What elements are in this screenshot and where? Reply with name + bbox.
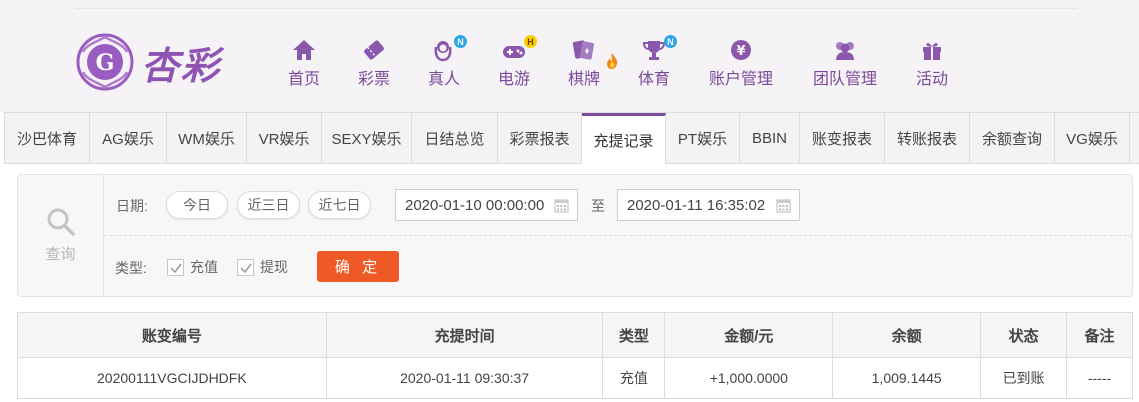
record-note-cell: -----	[1066, 357, 1133, 399]
nav-team[interactable]: 团队管理	[811, 38, 879, 88]
calendar-icon	[776, 199, 791, 213]
nav-label: 首页	[287, 71, 320, 88]
tab-bbin[interactable]: BBIN	[740, 113, 800, 163]
start-date-value: 2020-01-10 00:00:00	[405, 196, 545, 214]
site-header: G 杏彩 首页 彩票 N 真人 H 电游 棋牌 N 体育 ¥ 账户管理 团队管理…	[0, 0, 1139, 112]
gamepad-icon: H	[501, 35, 537, 62]
nav-label: 棋牌	[567, 71, 600, 88]
nav-live[interactable]: N 真人	[426, 35, 467, 88]
tab-balance-change[interactable]: 账变报表	[800, 113, 885, 163]
range-3days-button[interactable]: 近三日	[237, 191, 300, 219]
column-header: 金额/元	[664, 312, 834, 358]
nav-label: 彩票	[357, 71, 390, 88]
tab-daily-overview[interactable]: 日结总览	[412, 113, 498, 163]
home-icon	[291, 38, 317, 62]
tab-pt[interactable]: PT娱乐	[666, 113, 740, 163]
nav-label: 电游	[497, 71, 530, 88]
cards-icon	[571, 38, 597, 62]
record-type-cell: 充值	[602, 357, 666, 399]
column-header: 类型	[602, 312, 666, 358]
type-withdraw-checkbox[interactable]: 提现	[237, 257, 288, 277]
column-header: 余额	[832, 312, 982, 358]
nav-home[interactable]: 首页	[286, 38, 322, 88]
filter-panel: 查询 日期: 今日 近三日 近七日 2020-01-10 00:00:00 至 …	[17, 174, 1133, 297]
start-date-input[interactable]: 2020-01-10 00:00:00	[395, 189, 578, 221]
range-to-label: 至	[591, 198, 605, 214]
column-header: 备注	[1066, 312, 1133, 358]
tab-vr[interactable]: VR娱乐	[247, 113, 322, 163]
lottery-ticket-icon	[361, 38, 387, 62]
column-header: 充提时间	[325, 312, 604, 358]
record-time-cell: 2020-01-11 09:30:37	[325, 357, 604, 399]
nav-label: 真人	[427, 71, 460, 88]
check-icon	[170, 263, 182, 273]
nav-label: 体育	[637, 71, 670, 88]
query-button[interactable]: 查询	[18, 175, 104, 296]
type-deposit-checkbox[interactable]: 充值	[167, 257, 218, 277]
table-row[interactable]: 20200111VGCIJDHDFK 2020-01-11 09:30:37 充…	[17, 357, 1133, 399]
yen-coin-icon: ¥	[728, 38, 754, 62]
nav-lottery[interactable]: 彩票	[356, 38, 392, 88]
record-id-cell: 20200111VGCIJDHDFK	[17, 357, 327, 399]
checkbox-label: 提现	[260, 259, 288, 275]
nav-promotions[interactable]: 活动	[914, 38, 950, 88]
nav-label: 账户管理	[708, 71, 773, 88]
new-badge: N	[454, 35, 467, 48]
column-header: 账变编号	[17, 312, 327, 358]
calendar-icon	[554, 199, 569, 213]
svg-text:G: G	[96, 50, 115, 76]
tab-ag[interactable]: AG娱乐	[90, 113, 167, 163]
logo-emblem-icon: G	[76, 33, 134, 91]
brand-logo[interactable]: G 杏彩	[75, 32, 235, 92]
date-label: 日期:	[116, 198, 148, 214]
checkbox-label: 充值	[190, 259, 218, 275]
search-icon	[47, 208, 75, 236]
query-label: 查询	[45, 246, 76, 263]
row-divider	[104, 235, 1132, 236]
range-7days-button[interactable]: 近七日	[308, 191, 371, 219]
end-date-value: 2020-01-11 16:35:02	[627, 196, 766, 214]
nav-account[interactable]: ¥ 账户管理	[707, 38, 775, 88]
nav-sports[interactable]: N 体育	[636, 35, 677, 88]
end-date-input[interactable]: 2020-01-11 16:35:02	[617, 189, 800, 221]
tab-deposit-withdraw[interactable]: 充提记录	[582, 113, 666, 164]
tab-vg[interactable]: VG娱乐	[1055, 113, 1130, 163]
brand-name: 杏彩	[141, 42, 222, 88]
record-balance-cell: 1,009.1445	[832, 357, 982, 399]
trophy-icon: N	[641, 35, 677, 62]
check-icon	[240, 263, 252, 273]
team-icon	[832, 38, 858, 62]
tab-balance-query[interactable]: 余额查询	[970, 113, 1055, 163]
header-divider	[75, 8, 1077, 9]
new-badge: N	[664, 35, 677, 48]
records-table: 账变编号 充提时间 类型 金额/元 余额 状态 备注 20200111VGCIJ…	[17, 312, 1133, 399]
hot-flame-icon	[607, 53, 618, 69]
confirm-button[interactable]: 确 定	[317, 251, 399, 282]
nav-label: 团队管理	[812, 71, 877, 88]
checkbox	[237, 258, 254, 276]
live-dealer-icon: N	[431, 35, 467, 62]
nav-label: 活动	[915, 71, 948, 88]
range-today-button[interactable]: 今日	[166, 191, 228, 219]
type-label: 类型:	[115, 260, 147, 276]
tab-sexy[interactable]: SEXY娱乐	[322, 113, 412, 163]
svg-text:¥: ¥	[736, 44, 745, 59]
record-status-cell: 已到账	[980, 357, 1068, 399]
tab-transfer-report[interactable]: 转账报表	[885, 113, 970, 163]
table-header-row: 账变编号 充提时间 类型 金额/元 余额 状态 备注	[17, 312, 1133, 358]
checkbox	[167, 258, 184, 276]
gift-icon	[919, 38, 945, 62]
report-tab-bar: 沙巴体育 AG娱乐 WM娱乐 VR娱乐 SEXY娱乐 日结总览 彩票报表 充提记…	[4, 112, 1139, 164]
tab-wm[interactable]: WM娱乐	[167, 113, 247, 163]
record-amount-cell: +1,000.0000	[664, 357, 834, 399]
column-header: 状态	[980, 312, 1068, 358]
hot-badge: H	[524, 35, 537, 48]
tab-lottery-report[interactable]: 彩票报表	[498, 113, 582, 163]
nav-egames[interactable]: H 电游	[496, 35, 537, 88]
tab-saba-sports[interactable]: 沙巴体育	[5, 113, 90, 163]
nav-cards[interactable]: 棋牌	[566, 38, 602, 88]
